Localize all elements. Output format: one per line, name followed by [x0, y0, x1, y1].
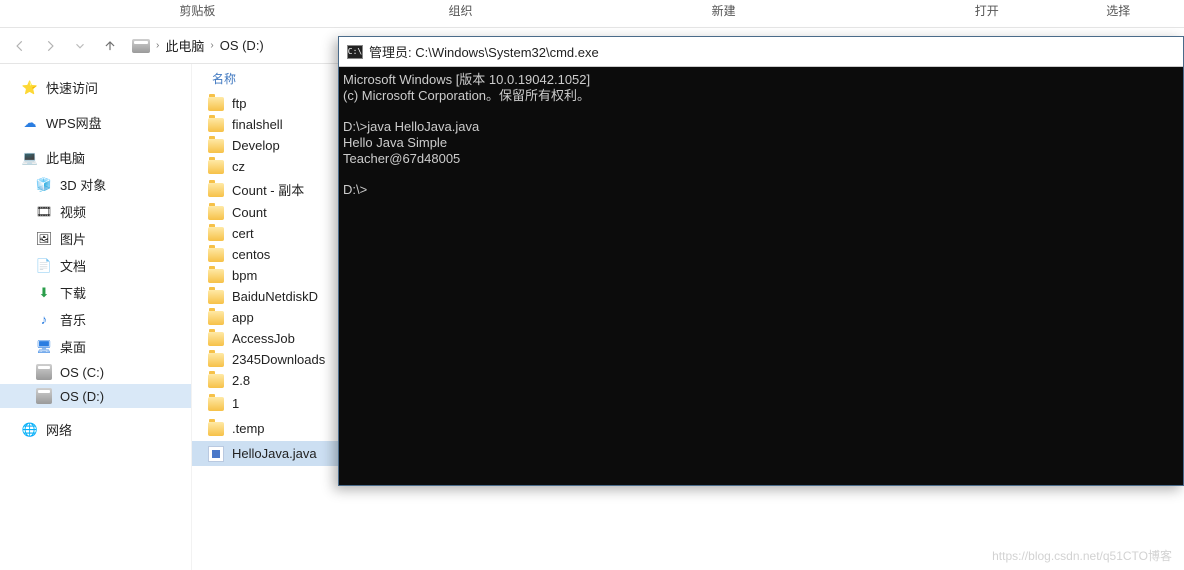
folder-icon [208, 332, 224, 346]
crumb-pc[interactable]: 此电脑 [165, 36, 204, 55]
ribbon-group [789, 0, 921, 27]
folder-icon [208, 397, 224, 411]
sidebar-label: 此电脑 [46, 148, 85, 167]
folder-icon [208, 206, 224, 220]
nav-up-icon[interactable] [102, 38, 118, 54]
folder-icon [208, 269, 224, 283]
folder-icon [208, 353, 224, 367]
document-icon: 📄 [36, 258, 52, 274]
video-icon: 🎞 [36, 204, 52, 220]
folder-icon [208, 311, 224, 325]
sidebar-label: 桌面 [60, 337, 86, 356]
ribbon-group [263, 0, 395, 27]
nav-back-icon[interactable] [12, 38, 28, 54]
desktop-icon: 🖥 [36, 339, 52, 355]
pc-icon: 💻 [22, 150, 38, 166]
sidebar-network[interactable]: 🌐 网络 [0, 416, 191, 443]
music-icon: ♪ [36, 312, 52, 328]
sidebar-3d-objects[interactable]: 🧊 3D 对象 [0, 171, 191, 198]
sidebar-this-pc[interactable]: 💻 此电脑 [0, 144, 191, 171]
network-icon: 🌐 [22, 422, 38, 438]
folder-icon [208, 248, 224, 262]
ribbon-group-select: 选择 [1053, 0, 1184, 27]
sidebar-wps-cloud[interactable]: ☁ WPS网盘 [0, 109, 191, 136]
sidebar-label: 图片 [60, 229, 86, 248]
cmd-window[interactable]: C:\ 管理员: C:\Windows\System32\cmd.exe Mic… [338, 36, 1184, 486]
folder-icon [208, 290, 224, 304]
disk-icon [36, 388, 52, 404]
sidebar-label: WPS网盘 [46, 113, 102, 132]
folder-icon [208, 422, 224, 436]
folder-icon [208, 160, 224, 174]
chevron-right-icon: › [210, 40, 213, 51]
sidebar-label: 下载 [60, 283, 86, 302]
sidebar-os-c[interactable]: OS (C:) [0, 360, 191, 384]
ribbon-group-new: 新建 [658, 0, 790, 27]
cmd-title-text: 管理员: C:\Windows\System32\cmd.exe [369, 42, 599, 61]
sidebar-label: OS (C:) [60, 365, 104, 380]
ribbon-group [0, 0, 132, 27]
sidebar-pictures[interactable]: 🖼 图片 [0, 225, 191, 252]
folder-icon [208, 97, 224, 111]
watermark: https://blog.csdn.net/q51CTO博客 [992, 547, 1172, 564]
cloud-icon: ☁ [22, 115, 38, 131]
disk-icon [132, 39, 150, 53]
folder-icon [208, 118, 224, 132]
sidebar-label: 视频 [60, 202, 86, 221]
sidebar-downloads[interactable]: ⬇ 下载 [0, 279, 191, 306]
ribbon-group-clipboard: 剪贴板 [132, 0, 264, 27]
sidebar-desktop[interactable]: 🖥 桌面 [0, 333, 191, 360]
ribbon-groups: 剪贴板 组织 新建 打开 选择 [0, 0, 1184, 28]
java-file-icon [208, 446, 224, 462]
sidebar: ⭐ 快速访问 ☁ WPS网盘 💻 此电脑 🧊 3D 对象 🎞 视频 🖼 图片 📄 文档 ⬇ 下载… [0, 64, 192, 570]
folder-icon [208, 183, 224, 197]
sidebar-label: 文档 [60, 256, 86, 275]
sidebar-label: 快速访问 [46, 78, 98, 97]
sidebar-videos[interactable]: 🎞 视频 [0, 198, 191, 225]
breadcrumb[interactable]: › 此电脑 › OS (D:) [132, 36, 264, 55]
nav-dropdown-icon[interactable] [72, 38, 88, 54]
cmd-titlebar[interactable]: C:\ 管理员: C:\Windows\System32\cmd.exe [339, 37, 1183, 67]
sidebar-quick-access[interactable]: ⭐ 快速访问 [0, 74, 191, 101]
picture-icon: 🖼 [36, 231, 52, 247]
sidebar-label: OS (D:) [60, 389, 104, 404]
folder-icon [208, 374, 224, 388]
sidebar-music[interactable]: ♪ 音乐 [0, 306, 191, 333]
ribbon-group [526, 0, 658, 27]
ribbon-group-open: 打开 [921, 0, 1053, 27]
chevron-right-icon: › [156, 40, 159, 51]
nav-forward-icon[interactable] [42, 38, 58, 54]
cmd-output[interactable]: Microsoft Windows [版本 10.0.19042.1052] (… [339, 67, 1183, 205]
disk-icon [36, 364, 52, 380]
download-icon: ⬇ [36, 285, 52, 301]
sidebar-os-d[interactable]: OS (D:) [0, 384, 191, 408]
cmd-icon: C:\ [347, 45, 363, 59]
sidebar-label: 音乐 [60, 310, 86, 329]
sidebar-documents[interactable]: 📄 文档 [0, 252, 191, 279]
folder-icon [208, 139, 224, 153]
sidebar-label: 网络 [46, 420, 72, 439]
sidebar-label: 3D 对象 [60, 175, 106, 194]
ribbon-group-organize: 组织 [395, 0, 527, 27]
cube-icon: 🧊 [36, 177, 52, 193]
star-icon: ⭐ [22, 80, 38, 96]
folder-icon [208, 227, 224, 241]
crumb-drive[interactable]: OS (D:) [220, 38, 264, 53]
